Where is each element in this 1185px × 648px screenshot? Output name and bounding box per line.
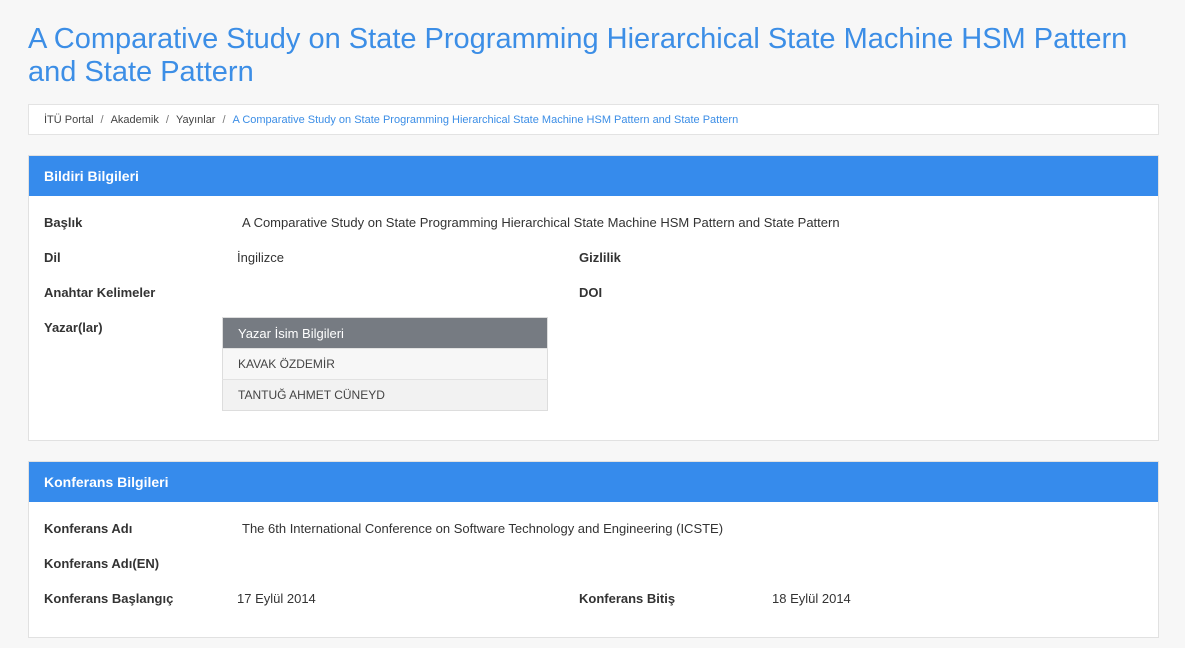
- row-dil: Dil İngilizce Gizlilik: [44, 231, 1143, 266]
- konferans-baslangic-label: Konferans Başlangıç: [44, 591, 174, 606]
- konferans-bitis-label: Konferans Bitiş: [579, 591, 676, 606]
- bildiri-panel: Bildiri Bilgileri Başlık A Comparative S…: [28, 155, 1159, 441]
- yazar-label: Yazar(lar): [44, 320, 103, 335]
- row-konferans-adi-en: Konferans Adı(EN): [44, 537, 1143, 572]
- breadcrumb-item-portal[interactable]: İTÜ Portal: [44, 114, 94, 126]
- row-baslik: Başlık A Comparative Study on State Prog…: [44, 196, 1143, 231]
- anahtar-kelimeler-label: Anahtar Kelimeler: [44, 285, 156, 300]
- doi-label: DOI: [579, 285, 603, 300]
- page-title: A Comparative Study on State Programming…: [28, 23, 1128, 88]
- authors-table-header: Yazar İsim Bilgileri: [222, 317, 548, 349]
- baslik-value: A Comparative Study on State Programming…: [242, 215, 840, 230]
- breadcrumb: İTÜ Portal / Akademik / Yayınlar / A Com…: [28, 104, 1159, 135]
- gizlilik-label: Gizlilik: [579, 250, 621, 265]
- authors-table: Yazar İsim Bilgileri KAVAK ÖZDEMİR TANTU…: [222, 317, 548, 411]
- page: A Comparative Study on State Programming…: [0, 0, 1185, 648]
- konferans-panel-body: Konferans Adı The 6th International Conf…: [29, 502, 1158, 607]
- konferans-adi-label: Konferans Adı: [44, 521, 133, 536]
- breadcrumb-item-current: A Comparative Study on State Programming…: [232, 113, 739, 126]
- author-name: TANTUĞ AHMET CÜNEYD: [222, 379, 548, 411]
- bildiri-panel-header: Bildiri Bilgileri: [29, 156, 1158, 196]
- row-yazar: Yazar(lar): [44, 301, 1143, 336]
- konferans-panel-header: Konferans Bilgileri: [29, 462, 1158, 502]
- bildiri-panel-body: Başlık A Comparative Study on State Prog…: [29, 196, 1158, 440]
- konferans-panel: Konferans Bilgileri Konferans Adı The 6t…: [28, 461, 1159, 638]
- konferans-adi-value: The 6th International Conference on Soft…: [242, 521, 724, 536]
- baslik-label: Başlık: [44, 215, 83, 230]
- row-anahtar: Anahtar Kelimeler DOI: [44, 266, 1143, 301]
- author-name: KAVAK ÖZDEMİR: [222, 348, 548, 380]
- breadcrumb-separator: /: [100, 113, 104, 126]
- row-konferans-tarih: Konferans Başlangıç 17 Eylül 2014 Konfer…: [44, 572, 1143, 607]
- konferans-bitis-value: 18 Eylül 2014: [772, 591, 851, 606]
- konferans-baslangic-value: 17 Eylül 2014: [237, 591, 316, 606]
- breadcrumb-separator: /: [222, 113, 226, 126]
- breadcrumb-item-yayinlar[interactable]: Yayınlar: [176, 114, 216, 126]
- dil-label: Dil: [44, 250, 61, 265]
- breadcrumb-separator: /: [165, 113, 169, 126]
- authors-table-header-row: Yazar İsim Bilgileri: [222, 317, 548, 349]
- table-row: KAVAK ÖZDEMİR: [222, 348, 548, 380]
- table-row: TANTUĞ AHMET CÜNEYD: [222, 379, 548, 411]
- row-konferans-adi: Konferans Adı The 6th International Conf…: [44, 502, 1143, 537]
- konferans-adi-en-label: Konferans Adı(EN): [44, 556, 160, 571]
- dil-value: İngilizce: [237, 250, 284, 265]
- breadcrumb-item-akademik[interactable]: Akademik: [111, 114, 159, 126]
